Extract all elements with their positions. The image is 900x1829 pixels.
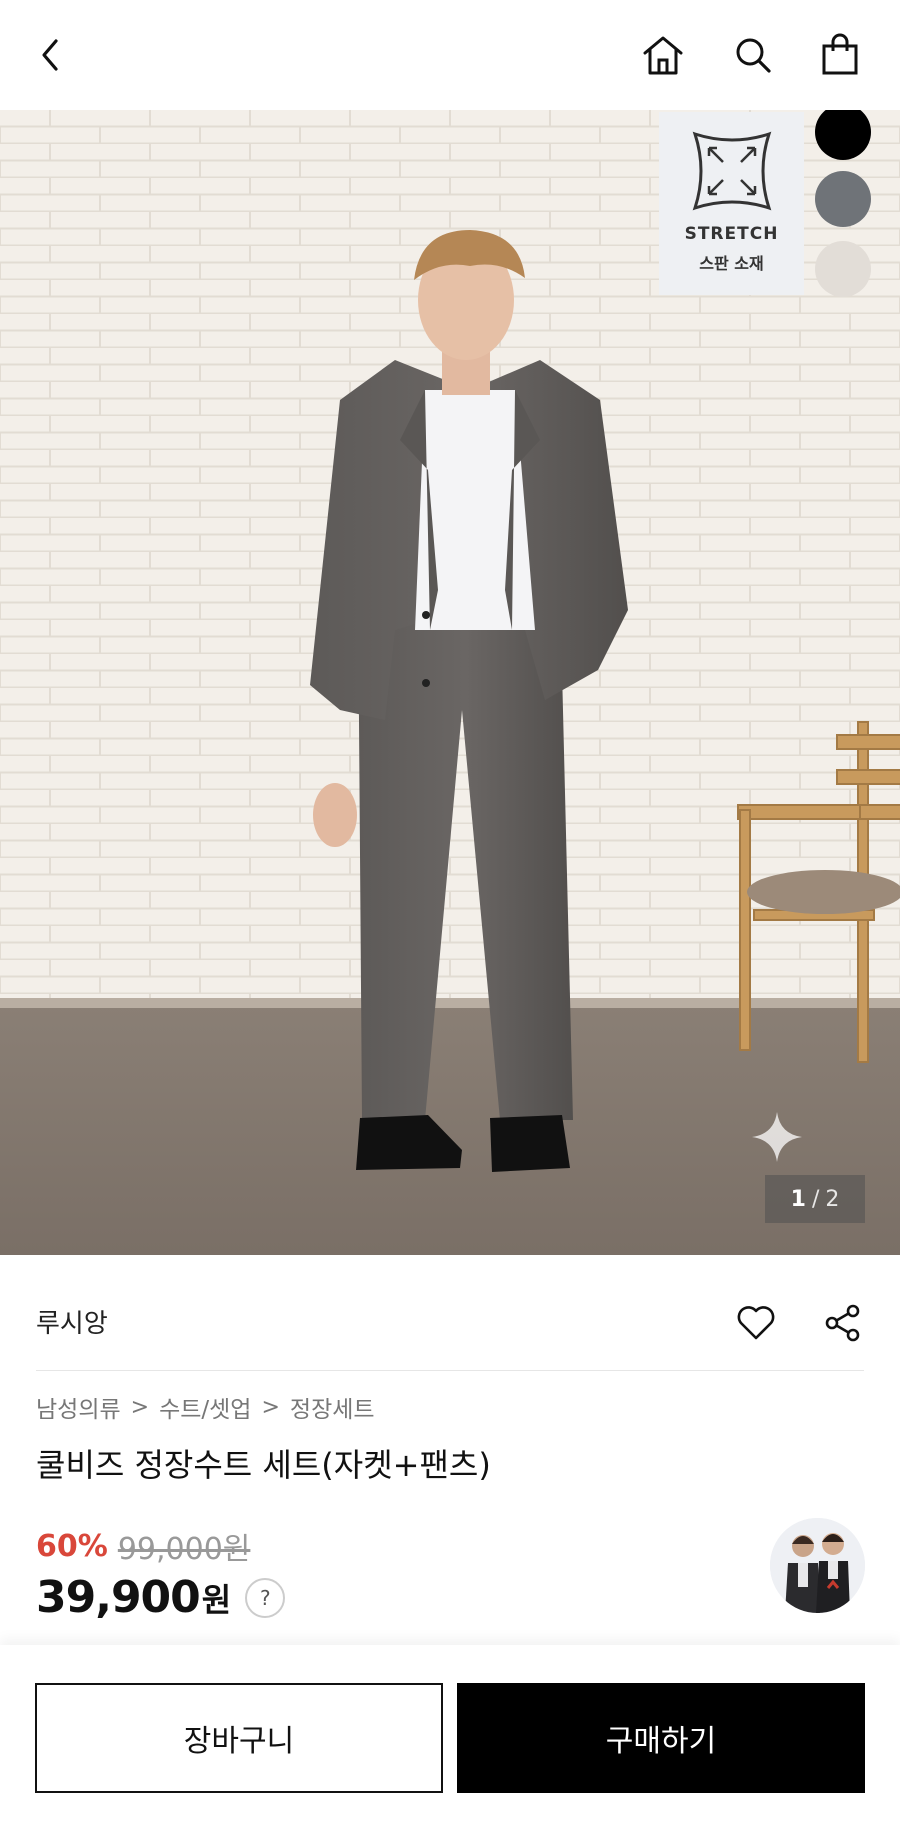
buy-now-button[interactable]: 구매하기 — [457, 1683, 865, 1793]
share-button[interactable] — [818, 1298, 868, 1348]
badge-subtitle: 스판 소재 — [699, 254, 764, 273]
original-price: 99,000원 — [117, 1532, 251, 1567]
product-image-carousel[interactable]: STRETCH 스판 소재 1 / 2 — [0, 110, 900, 1255]
image-counter: 1 / 2 — [765, 1175, 865, 1223]
home-icon — [643, 36, 683, 75]
breadcrumb: 남성의류 > 수트/셋업 > 정장세트 — [36, 1390, 375, 1424]
stretch-badge: STRETCH 스판 소재 — [659, 112, 804, 295]
chevron-left-icon — [42, 39, 58, 71]
image-index: 1 — [790, 1186, 806, 1212]
top-app-bar — [0, 0, 900, 110]
shopping-bag-icon — [822, 33, 858, 75]
sale-price: 39,900 — [36, 1572, 201, 1623]
color-swatch-beige[interactable] — [815, 241, 871, 297]
discount-row: 60% 99,000원 — [36, 1524, 250, 1568]
currency: 원 — [201, 1580, 232, 1619]
price-help-button[interactable]: ? — [245, 1577, 286, 1618]
sparkle-icon — [752, 1112, 802, 1162]
bottom-action-bar: 장바구니 구매하기 — [0, 1645, 900, 1829]
color-swatch-gray[interactable] — [815, 171, 871, 227]
discount-rate: 60% — [36, 1528, 108, 1564]
back-button[interactable] — [26, 30, 76, 80]
brand-name[interactable]: 루시앙 — [36, 1303, 108, 1340]
share-icon — [825, 1304, 860, 1342]
chevron-right-icon: > — [130, 1394, 150, 1420]
shopping-bag-button[interactable] — [815, 30, 865, 80]
avatar-image — [770, 1518, 865, 1613]
home-button[interactable] — [638, 30, 688, 80]
search-button[interactable] — [728, 30, 778, 80]
heart-icon — [737, 1306, 775, 1340]
chevron-right-icon: > — [261, 1394, 280, 1420]
breadcrumb-item[interactable]: 정장세트 — [290, 1390, 375, 1424]
product-title: 쿨비즈 정장수트 세트(자켓+팬츠) — [36, 1446, 491, 1484]
breadcrumb-item[interactable]: 남성의류 — [36, 1390, 121, 1424]
stretch-arrows-icon — [692, 131, 771, 211]
wishlist-button[interactable] — [731, 1298, 781, 1348]
badge-title: STRETCH — [684, 224, 779, 244]
divider — [36, 1370, 864, 1371]
image-total: 2 — [825, 1186, 840, 1212]
search-icon — [736, 38, 771, 73]
related-product-avatar[interactable] — [770, 1518, 865, 1613]
add-to-cart-button[interactable]: 장바구니 — [35, 1683, 443, 1793]
price-row: 39,900 원 ? — [36, 1572, 286, 1623]
breadcrumb-item[interactable]: 수트/셋업 — [159, 1390, 251, 1424]
